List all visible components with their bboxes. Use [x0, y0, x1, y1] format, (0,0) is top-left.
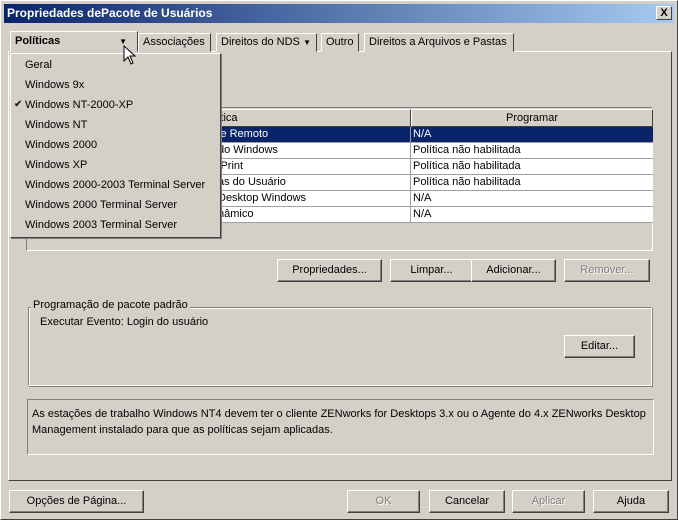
menu-item-windows-nt-2000-xp[interactable]: Windows NT-2000-XP: [25, 95, 133, 115]
schedule-cell: N/A: [413, 208, 432, 220]
schedule-text: Executar Evento: Login do usuário: [40, 316, 209, 328]
properties-button[interactable]: Propriedades...: [277, 259, 382, 282]
policies-dropdown-menu: Geral Windows 9x ✔ Windows NT-2000-XP Wi…: [10, 53, 221, 238]
info-message: As estações de trabalho Windows NT4 deve…: [27, 399, 654, 455]
apply-button[interactable]: Aplicar: [512, 490, 585, 513]
help-button[interactable]: Ajuda: [593, 490, 669, 513]
schedule-cell: Política não habilitada: [413, 160, 521, 172]
edit-button[interactable]: Editar...: [564, 335, 635, 358]
tab-direitos-arquivos[interactable]: Direitos a Arquivos e Pastas: [364, 33, 514, 52]
menu-item-windows-2003-ts[interactable]: Windows 2003 Terminal Server: [25, 215, 177, 235]
window-title: Propriedades dePacote de Usuários: [7, 6, 213, 20]
close-button[interactable]: X: [656, 6, 672, 20]
mouse-cursor-icon: [123, 45, 137, 65]
tab-politicas[interactable]: Políticas ▼: [10, 31, 138, 52]
remove-button[interactable]: Remover...: [564, 259, 650, 282]
title-bar: Propriedades dePacote de Usuários X: [4, 4, 674, 23]
schedule-cell: N/A: [413, 128, 432, 140]
checkmark-icon: ✔: [14, 99, 23, 110]
tab-label: Direitos do NDS: [221, 36, 300, 48]
ok-button[interactable]: OK: [347, 490, 420, 513]
menu-item-windows-2000-ts[interactable]: Windows 2000 Terminal Server: [25, 195, 177, 215]
menu-item-windows-nt[interactable]: Windows NT: [25, 115, 87, 135]
schedule-cell: Política não habilitada: [413, 176, 521, 188]
tab-direitos-nds[interactable]: Direitos do NDS ▼: [216, 33, 317, 52]
menu-item-windows-2000-2003-ts[interactable]: Windows 2000-2003 Terminal Server: [25, 175, 205, 195]
tab-outro[interactable]: Outro: [321, 33, 359, 52]
menu-item-windows-2000[interactable]: Windows 2000: [25, 135, 97, 155]
schedule-cell: Política não habilitada: [413, 144, 521, 156]
cancel-button[interactable]: Cancelar: [429, 490, 505, 513]
tab-associacoes[interactable]: Associações: [138, 33, 211, 52]
add-button[interactable]: Adicionar...: [471, 259, 556, 282]
dropdown-arrow-icon[interactable]: ▼: [303, 34, 311, 51]
tab-label: Políticas: [15, 35, 61, 47]
clear-button[interactable]: Limpar...: [390, 259, 473, 282]
dialog-window: Propriedades dePacote de Usuários X Polí…: [0, 0, 678, 520]
page-options-button[interactable]: Opções de Página...: [9, 490, 144, 513]
menu-item-windows-9x[interactable]: Windows 9x: [25, 75, 84, 95]
schedule-group-label: Programação de pacote padrão: [31, 299, 190, 311]
menu-item-geral[interactable]: Geral: [25, 55, 52, 75]
schedule-cell: N/A: [413, 192, 432, 204]
menu-item-windows-xp[interactable]: Windows XP: [25, 155, 87, 175]
column-header-programar[interactable]: Programar: [411, 109, 653, 127]
